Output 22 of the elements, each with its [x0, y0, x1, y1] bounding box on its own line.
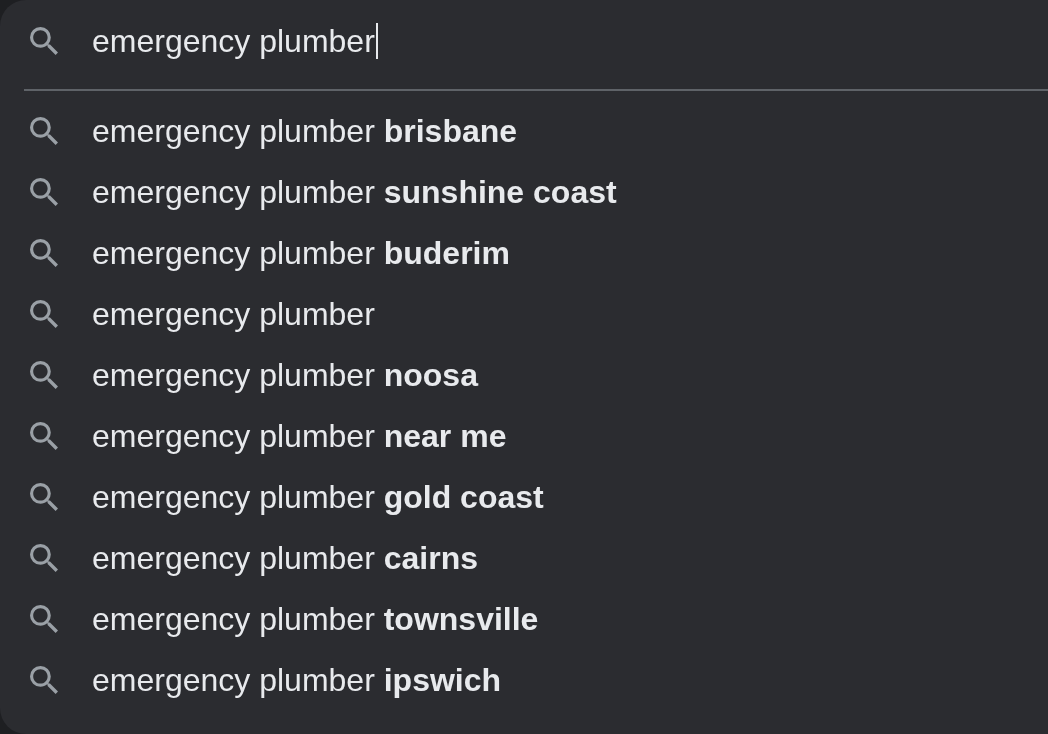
search-field[interactable]: emergency plumber: [0, 0, 1048, 82]
suggestion-item[interactable]: emergency plumber brisbane: [0, 100, 1048, 161]
search-icon: [30, 543, 58, 572]
suggestion-item[interactable]: emergency plumber ipswich: [0, 649, 1048, 710]
search-icon: [30, 421, 58, 450]
suggestion-item[interactable]: emergency plumber buderim: [0, 222, 1048, 283]
suggestion-item[interactable]: emergency plumber: [0, 283, 1048, 344]
suggestion-item[interactable]: emergency plumber gold coast: [0, 466, 1048, 527]
search-icon: [30, 360, 58, 389]
search-icon: [30, 299, 58, 328]
search-icon: [30, 482, 58, 511]
search-icon: [30, 665, 58, 694]
search-icon: [30, 27, 58, 55]
search-icon: [30, 604, 58, 633]
suggestion-item[interactable]: emergency plumber noosa: [0, 344, 1048, 405]
search-icon: [30, 177, 58, 206]
search-icon: [30, 116, 58, 145]
suggestion-item[interactable]: emergency plumber cairns: [0, 527, 1048, 588]
search-icon: [30, 238, 58, 267]
suggestion-item[interactable]: emergency plumber sunshine coast: [0, 161, 1048, 222]
suggestion-item[interactable]: emergency plumber near me: [0, 405, 1048, 466]
suggestion-item[interactable]: emergency plumber townsville: [0, 588, 1048, 649]
